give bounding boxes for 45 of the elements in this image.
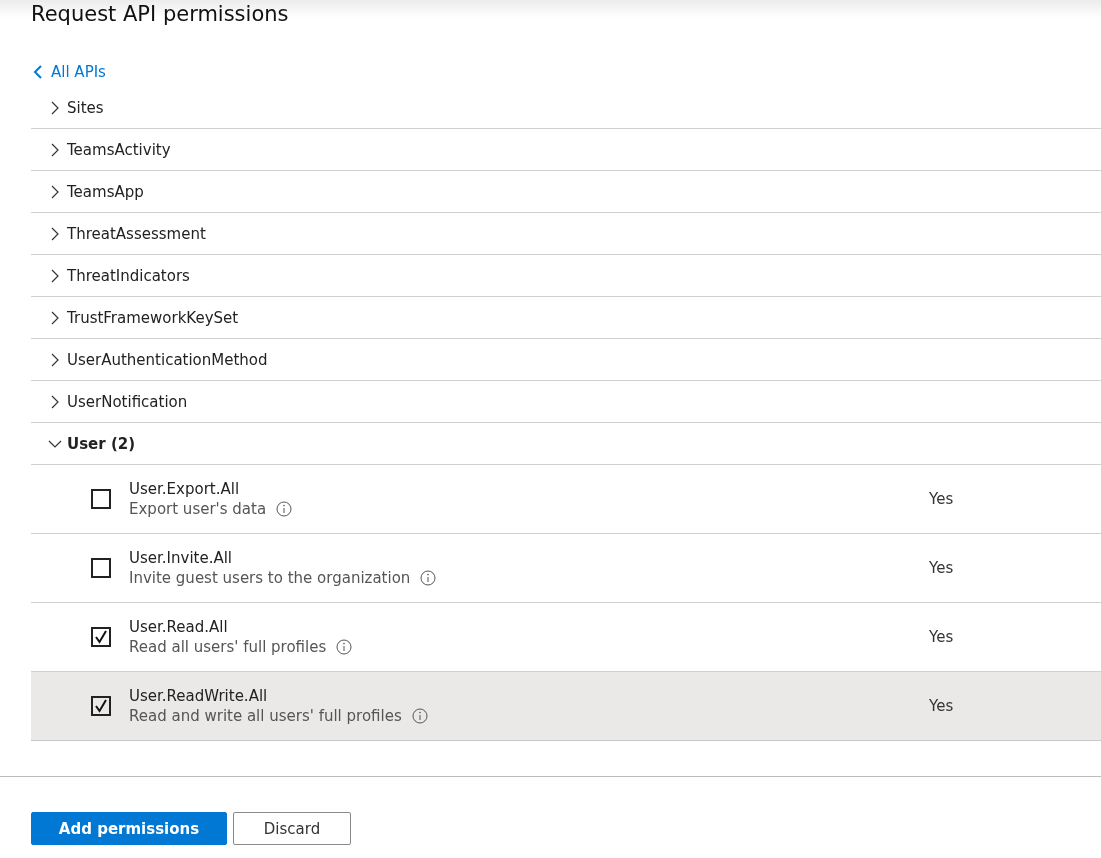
info-icon[interactable] xyxy=(411,708,428,724)
permission-name: User.Read.All xyxy=(129,618,229,636)
permission-row[interactable]: User.Export.All Export user's data Yes xyxy=(31,465,1101,534)
permission-description: Read all users' full profiles xyxy=(129,638,327,656)
admin-consent-value: Yes xyxy=(929,559,954,577)
api-group-name: TeamsApp xyxy=(67,182,144,201)
info-icon[interactable] xyxy=(276,501,293,517)
permission-name: User.Invite.All xyxy=(129,549,234,567)
api-group-row[interactable]: ThreatAssessment xyxy=(31,213,1101,255)
permission-description: Invite guest users to the organization xyxy=(129,569,411,587)
api-group-name: ThreatAssessment xyxy=(67,224,206,243)
checkbox[interactable] xyxy=(91,627,111,647)
checkbox[interactable] xyxy=(91,696,111,716)
checkbox[interactable] xyxy=(91,489,111,509)
page-title: Request API permissions xyxy=(30,1,290,28)
api-group-name: TeamsActivity xyxy=(67,140,171,159)
api-group-row[interactable]: ThreatIndicators xyxy=(31,255,1101,297)
admin-consent-value: Yes xyxy=(929,490,954,508)
permission-description: Read and write all users' full profiles xyxy=(129,707,402,725)
api-group-name: ThreatIndicators xyxy=(67,266,190,285)
api-group-name: User (2) xyxy=(67,434,136,453)
api-group-row[interactable]: UserNotification xyxy=(31,381,1101,423)
api-group-name: UserNotification xyxy=(67,392,188,411)
permission-description: Export user's data xyxy=(129,500,267,518)
permission-name: User.ReadWrite.All xyxy=(129,687,269,705)
api-group-row[interactable]: TrustFrameworkKeySet xyxy=(31,297,1101,339)
permission-name: User.Export.All xyxy=(129,480,241,498)
admin-consent-value: Yes xyxy=(929,628,954,646)
api-group-row[interactable]: TeamsActivity xyxy=(31,129,1101,171)
api-group-row[interactable]: Sites xyxy=(31,87,1101,129)
api-group-name: UserAuthenticationMethod xyxy=(67,350,268,369)
checkbox[interactable] xyxy=(91,558,111,578)
api-group-row[interactable]: TeamsApp xyxy=(31,171,1101,213)
back-link[interactable]: All APIs xyxy=(31,62,106,82)
api-group-name: Sites xyxy=(67,98,104,117)
info-icon[interactable] xyxy=(336,639,353,655)
permission-row[interactable]: User.Invite.All Invite guest users to the organization Yes xyxy=(31,534,1101,603)
admin-consent-value: Yes xyxy=(929,697,954,715)
api-group-row[interactable]: User (2) xyxy=(31,423,1101,465)
api-group-row[interactable]: UserAuthenticationMethod xyxy=(31,339,1101,381)
add-permissions-button[interactable]: Add permissions xyxy=(31,812,227,845)
discard-button[interactable]: Discard xyxy=(233,812,351,845)
api-group-name: TrustFrameworkKeySet xyxy=(67,308,239,327)
info-icon[interactable] xyxy=(420,570,437,586)
highlighted-permission-row[interactable]: User.ReadWrite.All Read and write all users' full profiles Yes xyxy=(31,672,1101,741)
